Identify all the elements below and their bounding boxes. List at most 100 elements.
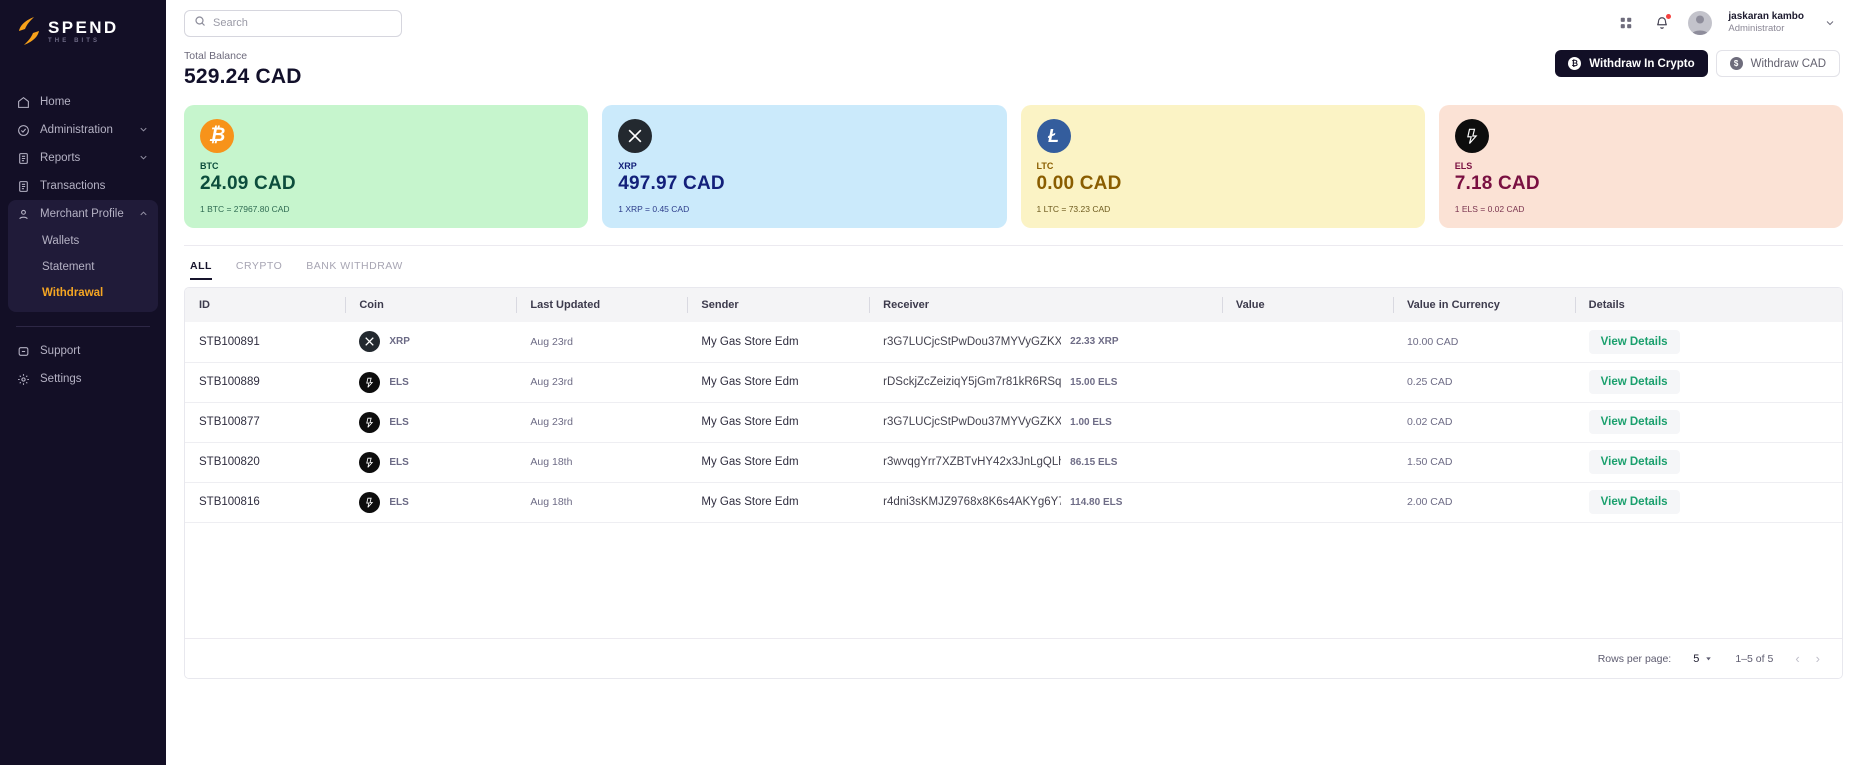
sidebar-item-statement[interactable]: Statement [8, 254, 158, 280]
support-icon [16, 344, 30, 358]
sidebar-item-support[interactable]: Support [8, 337, 158, 365]
user-icon [16, 207, 30, 221]
view-details-button[interactable]: View Details [1588, 329, 1680, 354]
user-role: Administrator [1728, 23, 1785, 35]
cell-id: STB100820 [199, 456, 260, 468]
receiver-amount: 86.15 ELS [1070, 456, 1118, 468]
cell-value [1222, 482, 1393, 522]
cell-id: STB100889 [199, 376, 260, 388]
balance-card-btc-rate: 1 BTC = 27967.80 CAD [200, 204, 290, 214]
tab-bank-withdraw[interactable]: BANK WITHDRAW [306, 260, 403, 280]
table-header-row: ID Coin Last Updated Sender Receiver Val… [185, 288, 1842, 322]
balance-card-xrp[interactable]: XRP 497.97 CAD 1 XRP = 0.45 CAD [602, 105, 1007, 228]
brand-logo[interactable]: SPEND THE BITS [0, 0, 166, 62]
column-header-last-updated: Last Updated [516, 288, 687, 322]
sidebar-item-administration[interactable]: Administration [8, 116, 158, 144]
xrp-icon [618, 119, 653, 153]
tab-all[interactable]: ALL [190, 260, 212, 280]
sidebar-item-reports[interactable]: Reports [8, 144, 158, 172]
view-details-button[interactable]: View Details [1588, 490, 1680, 514]
chevron-down-icon [138, 124, 150, 136]
cell-coin-label: XRP [389, 336, 410, 348]
app-root: SPEND THE BITS Home Administration Repor… [0, 0, 1862, 765]
grid-apps-icon[interactable] [1616, 13, 1636, 33]
view-details-button[interactable]: View Details [1588, 370, 1680, 394]
sidebar-item-administration-label: Administration [40, 124, 113, 136]
cell-id: STB100877 [199, 416, 260, 428]
balance-card-els-symbol: ELS [1454, 161, 1473, 171]
sidebar: SPEND THE BITS Home Administration Repor… [0, 0, 166, 765]
search-input[interactable] [213, 17, 392, 29]
tab-crypto[interactable]: CRYPTO [236, 260, 282, 280]
column-header-coin: Coin [345, 288, 516, 322]
user-name: jaskaran kambo [1728, 10, 1804, 22]
chevron-down-icon [138, 152, 150, 164]
balance-card-ltc[interactable]: Ł LTC 0.00 CAD 1 LTC = 73.23 CAD [1020, 105, 1425, 228]
sidebar-item-transactions-label: Transactions [40, 180, 106, 192]
cell-sender: My Gas Store Edm [701, 496, 799, 508]
balance-card-ltc-value: 0.00 CAD [1036, 173, 1122, 194]
sidebar-item-wallets[interactable]: Wallets [8, 228, 158, 254]
sidebar-divider [16, 326, 150, 327]
table-body: STB100891 XRP Aug 23rd My Gas Store Edm r3G7… [185, 322, 1842, 522]
bitcoin-icon: ₿ [1568, 57, 1582, 70]
chevron-down-icon[interactable] [1820, 13, 1840, 33]
xrp-icon [359, 331, 381, 353]
balance-card-btc[interactable]: ₿ BTC 24.09 CAD 1 BTC = 27967.80 CAD [184, 105, 589, 228]
table-row: STB100816 ELS Aug 18th My Gas Store Edm r4dn… [185, 482, 1842, 522]
dollar-icon: $ [1729, 57, 1743, 70]
search-box[interactable] [184, 9, 402, 37]
avatar[interactable] [1688, 11, 1713, 35]
sidebar-nav: Home Administration Reports Transactions… [0, 88, 166, 393]
withdraw-in-crypto-button[interactable]: ₿ Withdraw In Crypto [1555, 50, 1708, 77]
bitcoin-icon: ₿ [200, 119, 234, 153]
balance-card-btc-symbol: BTC [200, 161, 219, 171]
view-details-button[interactable]: View Details [1588, 410, 1680, 434]
sidebar-item-settings-label: Settings [40, 373, 82, 385]
document-icon [16, 179, 30, 193]
cell-last-updated: Aug 18th [530, 496, 573, 508]
balance-card-els-rate: 1 ELS = 0.02 CAD [1454, 204, 1525, 214]
cell-value-in-currency: 0.02 CAD [1406, 416, 1453, 428]
table-row: STB100891 XRP Aug 23rd My Gas Store Edm r3G7… [185, 322, 1842, 362]
bell-icon[interactable] [1652, 13, 1672, 33]
balance-card-xrp-value: 497.97 CAD [618, 173, 725, 194]
rows-per-page-select[interactable]: 5 [1693, 653, 1713, 665]
main-content: jaskaran kambo Administrator Total Balan… [166, 0, 1862, 765]
cell-value-in-currency: 1.50 CAD [1406, 456, 1453, 468]
cell-value [1222, 402, 1393, 442]
cell-receiver: r3G7LUCjcStPwDou37MYVyGZKX4x 22.33 XRP [883, 336, 1222, 348]
receiver-address: r3G7LUCjcStPwDou37MYVyGZKX4x [883, 416, 1062, 428]
sidebar-item-merchant-profile[interactable]: Merchant Profile [8, 200, 158, 228]
brand-tagline: THE BITS [48, 37, 101, 44]
cell-coin-label: ELS [389, 456, 409, 468]
chevron-left-icon[interactable]: ‹ [1795, 651, 1799, 666]
balance-card-els[interactable]: ELS 7.18 CAD 1 ELS = 0.02 CAD [1438, 105, 1843, 228]
sidebar-item-support-label: Support [40, 345, 81, 357]
user-info[interactable]: jaskaran kambo Administrator [1728, 11, 1804, 35]
withdrawal-tabs: ALL CRYPTO BANK WITHDRAW [166, 246, 1862, 280]
top-bar-right: jaskaran kambo Administrator [1616, 11, 1840, 35]
sidebar-item-settings[interactable]: Settings [8, 365, 158, 393]
receiver-amount: 22.33 XRP [1070, 336, 1119, 348]
withdraw-cad-button[interactable]: $ Withdraw CAD [1715, 50, 1840, 77]
notification-dot [1666, 14, 1672, 19]
receiver-address: r3G7LUCjcStPwDou37MYVyGZKX4x [883, 335, 1062, 348]
els-icon [1454, 119, 1489, 153]
cell-last-updated: Aug 18th [530, 456, 573, 468]
sidebar-item-withdrawal[interactable]: Withdrawal [8, 280, 158, 306]
column-header-value-in-currency: Value in Currency [1392, 288, 1575, 322]
sidebar-item-home[interactable]: Home [8, 88, 158, 116]
cell-coin: ELS [359, 451, 516, 473]
withdraw-in-crypto-label: Withdraw In Crypto [1589, 57, 1695, 70]
withdrawals-table: ID Coin Last Updated Sender Receiver Val… [185, 288, 1842, 523]
column-header-sender: Sender [687, 288, 869, 322]
els-icon [359, 451, 381, 473]
cell-sender: My Gas Store Edm [701, 376, 799, 388]
chevron-right-icon[interactable]: › [1816, 651, 1820, 666]
cell-coin-label: ELS [389, 416, 409, 428]
balance-card-xrp-rate: 1 XRP = 0.45 CAD [618, 204, 690, 214]
view-details-button[interactable]: View Details [1588, 450, 1680, 474]
cell-last-updated: Aug 23rd [530, 335, 573, 348]
sidebar-item-transactions[interactable]: Transactions [8, 172, 158, 200]
